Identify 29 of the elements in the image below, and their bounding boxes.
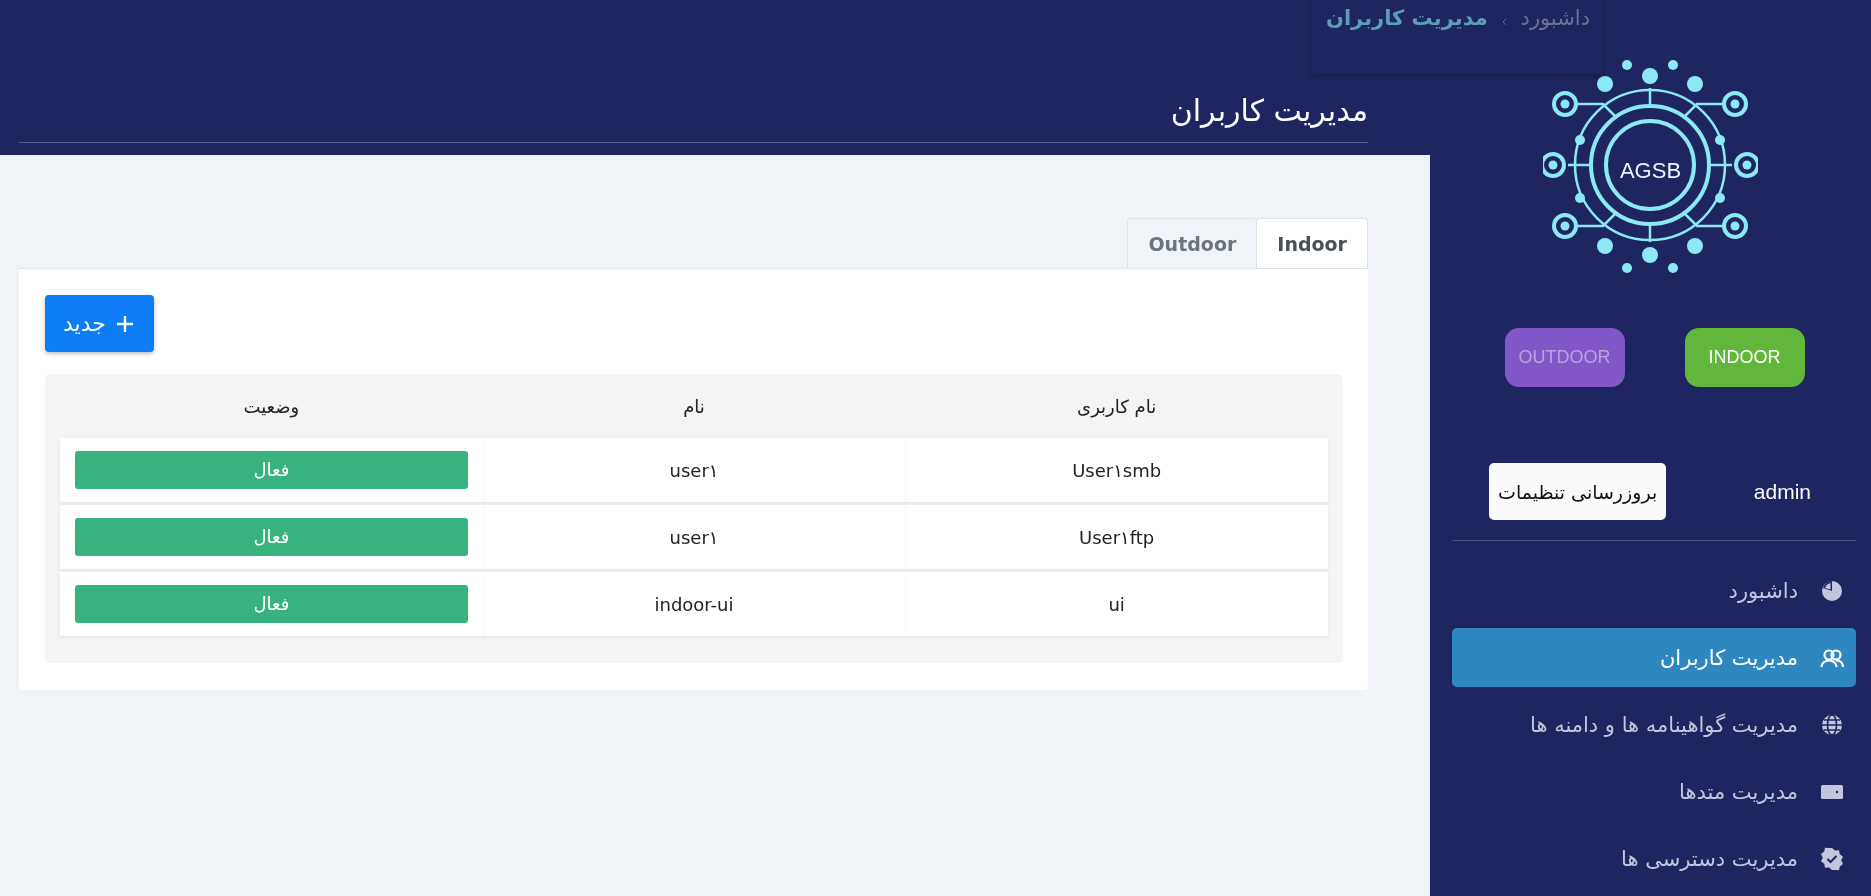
table-cell: ui: [905, 572, 1328, 636]
menu-item[interactable]: مدیریت متدها: [1452, 762, 1856, 821]
globe-icon: [1820, 712, 1844, 737]
table-cell: user۱: [482, 505, 906, 569]
breadcrumb-current: مدیریت کاربران: [1326, 6, 1488, 30]
menu-item[interactable]: داشبورد: [1452, 561, 1856, 620]
column-header: نام کاربری: [1076, 394, 1158, 420]
table-cell: User۱ftp: [905, 505, 1328, 569]
menu-item[interactable]: مدیریت دسترسی ها: [1452, 829, 1856, 888]
logo-text: AGSB: [1619, 158, 1682, 184]
status-badge: فعال: [75, 585, 468, 623]
table-cell: User۱smb: [905, 438, 1328, 502]
check-badge-icon: [1820, 846, 1844, 871]
table-cell: indoor-ui: [482, 572, 906, 636]
status-badge: فعال: [75, 451, 468, 489]
pie-chart-icon: [1820, 578, 1844, 603]
table-cell: user۱: [482, 438, 906, 502]
column-header: نام: [682, 394, 706, 419]
tab[interactable]: Indoor: [1256, 218, 1368, 268]
network-logo-icon: [1543, 58, 1758, 273]
menu-item[interactable]: مدیریت کاربران: [1452, 628, 1856, 687]
new-button[interactable]: جدید: [45, 295, 154, 352]
page-title: مدیریت کاربران: [19, 93, 1368, 143]
column-header: وضعیت: [242, 394, 301, 420]
update-settings-button[interactable]: بروزرسانی تنظیمات: [1489, 463, 1667, 520]
status-badge: فعال: [75, 518, 468, 556]
user-name: admin: [1753, 479, 1811, 504]
plus-icon: [115, 314, 134, 333]
menu-item[interactable]: مدیریت گواهینامه ها و دامنه ها: [1452, 695, 1856, 754]
